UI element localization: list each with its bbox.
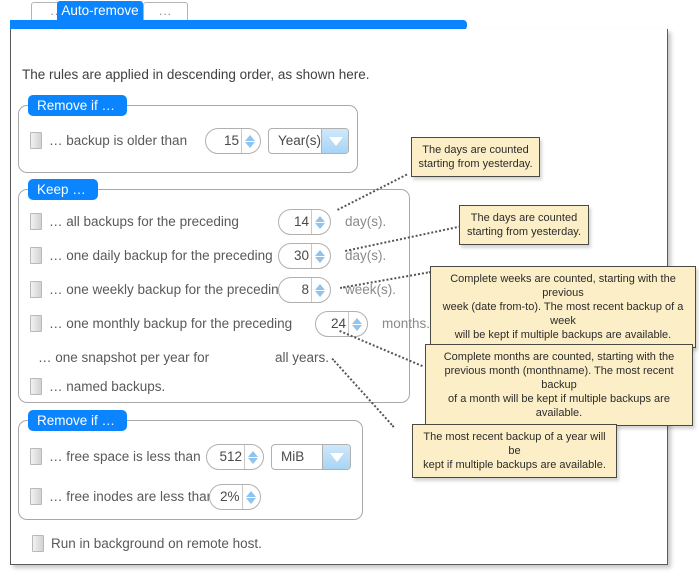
callout-days-counted-1: The days are counted starting from yeste… — [411, 137, 540, 177]
spinner-arrows-icon[interactable] — [348, 312, 365, 336]
checkbox-keep-monthly[interactable] — [30, 315, 42, 332]
callout-most-recent-year: The most recent backup of a year will be… — [412, 424, 617, 478]
checkbox-backup-older-than[interactable] — [30, 132, 42, 149]
group-label-remove-space: Remove if … — [28, 410, 128, 431]
callout-line: of a month will be kept if multiple back… — [448, 393, 670, 419]
label-keep-monthly: … one monthly backup for the preceding — [49, 316, 293, 331]
checkbox-keep-all-backups[interactable] — [30, 213, 42, 230]
arrow-down-icon[interactable] — [315, 222, 325, 229]
checkbox-free-space[interactable] — [30, 448, 42, 465]
tab-strip: ... Auto-remove ... — [0, 0, 699, 22]
arrow-down-icon[interactable] — [315, 290, 325, 297]
spinner-keep-weekly[interactable]: 8 — [278, 277, 331, 303]
chevron-down-icon[interactable] — [322, 445, 350, 469]
row-keep-daily: … one daily backup for the preceding — [30, 247, 273, 264]
row-keep-snapshot-per-year: … one snapshot per year for — [38, 350, 209, 365]
label-free-inodes: … free inodes are less than — [49, 489, 215, 504]
checkbox-run-in-background[interactable] — [32, 535, 44, 552]
callout-line: starting from yesterday. — [418, 158, 533, 170]
row-backup-older-than: … backup is older than — [30, 132, 187, 149]
chevron-down-icon[interactable] — [321, 129, 348, 153]
callout-line: Complete months are counted, starting wi… — [443, 351, 675, 363]
label-free-space: … free space is less than — [49, 449, 201, 464]
row-keep-monthly: … one monthly backup for the preceding — [30, 315, 292, 332]
label-keep-named-backups: … named backups. — [49, 379, 166, 394]
callout-line: starting from yesterday. — [466, 226, 582, 238]
arrow-down-icon[interactable] — [352, 324, 362, 331]
arrow-up-icon[interactable] — [315, 249, 325, 256]
row-keep-named-backups: … named backups. — [30, 378, 165, 395]
arrow-down-icon[interactable] — [248, 457, 258, 464]
spinner-keep-daily[interactable]: 30 — [278, 243, 331, 269]
callout-complete-weeks: Complete weeks are counted, starting wit… — [430, 266, 696, 348]
value-keep-snapshot-per-year: all years. — [275, 350, 329, 365]
label-keep-all-backups: … all backups for the preceding — [49, 214, 239, 229]
label-run-in-background: Run in background on remote host. — [51, 536, 262, 551]
page-title: The rules are applied in descending orde… — [22, 67, 370, 82]
callout-line: will be kept if multiple backups are ava… — [454, 329, 672, 341]
group-label-remove-age: Remove if … — [28, 95, 128, 116]
spinner-arrows-icon[interactable] — [311, 244, 328, 268]
arrow-up-icon[interactable] — [315, 215, 325, 222]
spinner-backup-age-value: 15 — [223, 133, 239, 148]
spinner-free-inodes-value: 2% — [220, 489, 240, 504]
row-keep-weekly: … one weekly backup for the preceding — [30, 281, 286, 298]
spinner-arrows-icon[interactable] — [311, 210, 328, 234]
callout-line: The days are counted — [470, 212, 578, 224]
callout-line: The most recent backup of a year will be — [423, 431, 606, 457]
spinner-keep-all-backups[interactable]: 14 — [278, 209, 331, 235]
label-backup-older-than: … backup is older than — [49, 133, 188, 148]
callout-line: week (date from-to). The most recent bac… — [442, 301, 684, 327]
arrow-down-icon[interactable] — [245, 141, 255, 148]
arrow-up-icon[interactable] — [245, 134, 255, 141]
unit-keep-monthly: months. — [382, 316, 431, 331]
spinner-backup-age[interactable]: 15 — [205, 128, 261, 154]
callout-complete-months: Complete months are counted, starting wi… — [425, 344, 693, 426]
callout-line: kept if multiple backups are available. — [423, 459, 606, 471]
arrow-up-icon[interactable] — [248, 450, 258, 457]
label-keep-daily: … one daily backup for the preceding — [49, 248, 273, 263]
spinner-free-inodes[interactable]: 2% — [209, 484, 261, 510]
checkbox-free-inodes[interactable] — [30, 488, 42, 505]
arrow-up-icon[interactable] — [315, 283, 325, 290]
dropdown-backup-age-unit-value: Year(s) — [278, 133, 322, 148]
label-keep-snapshot-per-year: … one snapshot per year for — [38, 350, 210, 365]
callout-days-counted-2: The days are counted starting from yeste… — [459, 205, 589, 245]
unit-keep-all-backups: day(s). — [345, 214, 387, 229]
spinner-free-space-value: 512 — [219, 449, 242, 464]
arrow-down-icon[interactable] — [315, 256, 325, 263]
spinner-arrows-icon[interactable] — [244, 445, 261, 469]
row-run-in-background: Run in background on remote host. — [32, 535, 262, 552]
checkbox-keep-named-backups[interactable] — [30, 378, 42, 395]
arrow-down-icon[interactable] — [245, 497, 256, 504]
callout-line: Complete weeks are counted, starting wit… — [450, 273, 676, 299]
label-keep-weekly: … one weekly backup for the preceding — [49, 282, 287, 297]
row-keep-all-backups: … all backups for the preceding — [30, 213, 239, 230]
arrow-up-icon[interactable] — [352, 317, 362, 324]
label-all-years: all years. — [275, 350, 330, 365]
dropdown-free-space-unit[interactable]: MiB — [271, 444, 351, 470]
spinner-keep-weekly-value: 8 — [301, 282, 309, 297]
callout-line: The days are counted — [422, 144, 529, 156]
spinner-arrows-icon[interactable] — [241, 129, 258, 153]
group-label-keep: Keep … — [28, 179, 98, 200]
row-free-space: … free space is less than — [30, 448, 201, 465]
row-free-inodes: … free inodes are less than — [30, 488, 214, 505]
checkbox-keep-daily[interactable] — [30, 247, 42, 264]
dropdown-backup-age-unit[interactable]: Year(s) — [268, 128, 349, 154]
tab-next[interactable]: ... — [143, 2, 188, 21]
callout-line: previous month (monthname). The most rec… — [444, 365, 674, 391]
spinner-keep-daily-value: 30 — [293, 248, 309, 263]
dropdown-free-space-unit-value: MiB — [281, 449, 305, 464]
spinner-arrows-icon[interactable] — [311, 278, 328, 302]
arrow-up-icon[interactable] — [245, 490, 256, 497]
spinner-free-space[interactable]: 512 — [206, 444, 264, 470]
group-remove-if-space: Remove if … — [18, 410, 363, 520]
spinner-arrows-icon[interactable] — [241, 485, 259, 509]
checkbox-keep-weekly[interactable] — [30, 281, 42, 298]
spinner-keep-all-backups-value: 14 — [293, 214, 309, 229]
tab-auto-remove[interactable]: Auto-remove — [57, 1, 143, 21]
